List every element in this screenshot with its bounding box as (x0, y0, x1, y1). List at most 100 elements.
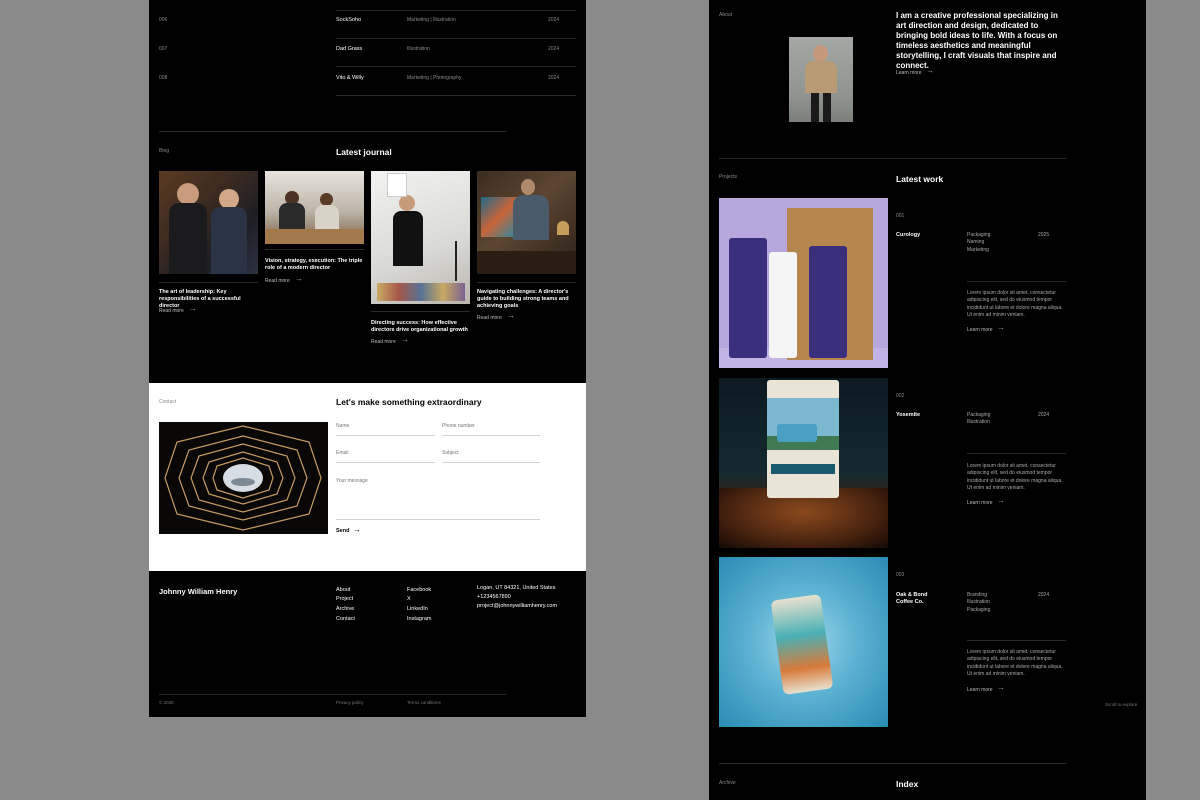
arrow-right-icon: → (401, 335, 409, 344)
project-row-number: 007 (159, 46, 168, 52)
divider (477, 282, 576, 283)
blog-section-label: Blog (159, 148, 170, 154)
phone-field[interactable]: Phone number (442, 423, 475, 429)
message-field[interactable]: Your message (336, 478, 368, 484)
learn-more-link[interactable]: Learn more (896, 70, 922, 76)
archive-section-title: Index (896, 779, 919, 789)
blog-card-title[interactable]: Navigating challenges: A director's guid… (477, 289, 576, 310)
project-row-year: 2024 (548, 46, 560, 52)
left-page-panel: 006 SockSoho Marketing | Illustration 20… (149, 0, 586, 717)
blog-card-image[interactable] (477, 171, 576, 274)
footer-link-facebook[interactable]: Facebook (407, 587, 431, 593)
contact-image (159, 422, 328, 534)
read-more-link[interactable]: Read more (159, 308, 184, 314)
subject-field[interactable]: Subject (442, 450, 459, 456)
blog-section-title: Latest journal (336, 147, 392, 157)
read-more-link[interactable]: Read more (477, 315, 502, 321)
divider (336, 38, 576, 39)
email-field[interactable]: Email (336, 450, 349, 456)
divider (371, 311, 470, 312)
blog-card-image[interactable] (371, 171, 470, 304)
project-number: 002 (896, 393, 905, 399)
subject-field-underline (442, 462, 540, 463)
project-tag: Naming (967, 239, 985, 246)
arrow-right-icon: → (997, 496, 1005, 505)
arrow-right-icon: → (507, 311, 515, 320)
project-name[interactable]: Yosemite (896, 412, 920, 418)
footer-address: Logan, UT 84321, United States (477, 585, 556, 591)
footer-name[interactable]: Johnny William Henry (159, 587, 237, 596)
scroll-hint: Scroll to explore (1105, 702, 1138, 707)
project-tag: Marketing (967, 246, 989, 253)
project-tags: Packaging Naming Marketing (967, 232, 990, 254)
divider (967, 281, 1066, 282)
read-more-link[interactable]: Read more (371, 339, 396, 345)
divider (336, 10, 576, 11)
project-row-tags: Marketing | Photography (407, 75, 462, 81)
about-section-label: About (719, 12, 733, 18)
project-name[interactable]: Oak & Bond Coffee Co. (896, 592, 936, 606)
footer-phone[interactable]: +1234567890 (477, 594, 511, 600)
terms-link[interactable]: Terms conditions (407, 700, 441, 705)
footer-divider (159, 694, 506, 695)
project-tags: Packaging Illustration (967, 412, 990, 427)
project-row-tags: Marketing | Illustration (407, 17, 456, 23)
divider (336, 95, 576, 96)
copyright: © 2025 (159, 700, 174, 705)
arrow-right-icon: → (353, 525, 361, 534)
project-image-yosemite[interactable] (719, 378, 888, 548)
divider (967, 453, 1066, 454)
blog-card-image[interactable] (159, 171, 258, 274)
arrow-right-icon: → (997, 323, 1005, 332)
project-tag: Packaging (967, 232, 991, 238)
footer-email[interactable]: project@johnnywilliamhenry.com (477, 603, 557, 609)
project-description: Lorem ipsum dolor sit amet, consectetur … (967, 649, 1063, 677)
project-row-number: 006 (159, 17, 168, 23)
footer-link-x[interactable]: X (407, 596, 411, 602)
arrow-right-icon: → (295, 274, 303, 283)
footer-link-about[interactable]: About (336, 587, 350, 593)
arrow-right-icon: → (997, 683, 1005, 692)
project-row-tags: Illustration (407, 46, 430, 52)
project-row-name[interactable]: Vito & Willy (336, 75, 364, 81)
contact-section: Contact Let's make something extraordina… (149, 383, 586, 571)
project-image-oak-bond[interactable] (719, 557, 888, 727)
project-name[interactable]: Curology (896, 232, 920, 238)
tunnel-artwork (164, 425, 322, 531)
name-field[interactable]: Name (336, 423, 349, 429)
project-row-number: 008 (159, 75, 168, 81)
arrow-right-icon: → (926, 66, 934, 75)
project-tag: Packaging (967, 412, 991, 418)
divider (265, 249, 364, 250)
message-field-underline (336, 519, 540, 520)
project-row-name[interactable]: Dad Grass (336, 46, 362, 52)
footer-link-linkedin[interactable]: LinkedIn (407, 606, 428, 612)
divider (967, 640, 1066, 641)
blog-card-image[interactable] (265, 171, 364, 244)
archive-section-label: Archive (719, 780, 736, 786)
project-image-curology[interactable] (719, 198, 888, 368)
footer-link-instagram[interactable]: Instagram (407, 616, 431, 622)
project-year: 2024 (1038, 592, 1050, 598)
portrait-photo (789, 37, 853, 122)
project-year: 2025 (1038, 232, 1050, 238)
footer-link-project[interactable]: Project (336, 596, 353, 602)
footer-link-contact[interactable]: Contact (336, 616, 355, 622)
learn-more-link[interactable]: Learn more (967, 500, 993, 506)
right-page-panel: About I am a creative professional speci… (709, 0, 1146, 800)
send-button[interactable]: Send (336, 528, 349, 534)
project-row-year: 2024 (548, 75, 560, 81)
learn-more-link[interactable]: Learn more (967, 327, 993, 333)
section-divider (719, 763, 1066, 764)
contact-section-label: Contact (159, 399, 177, 405)
blog-card-title[interactable]: Directing success: How effective directo… (371, 320, 470, 334)
blog-card-title[interactable]: Vision, strategy, execution: The triple … (265, 258, 364, 272)
project-tag: Illustration (967, 419, 990, 426)
project-row-name[interactable]: SockSoho (336, 17, 361, 23)
privacy-policy-link[interactable]: Privacy policy (336, 700, 364, 705)
footer-link-archive[interactable]: Archive (336, 606, 354, 612)
phone-field-underline (442, 435, 540, 436)
project-row-year: 2024 (548, 17, 560, 23)
learn-more-link[interactable]: Learn more (967, 687, 993, 693)
read-more-link[interactable]: Read more (265, 278, 290, 284)
